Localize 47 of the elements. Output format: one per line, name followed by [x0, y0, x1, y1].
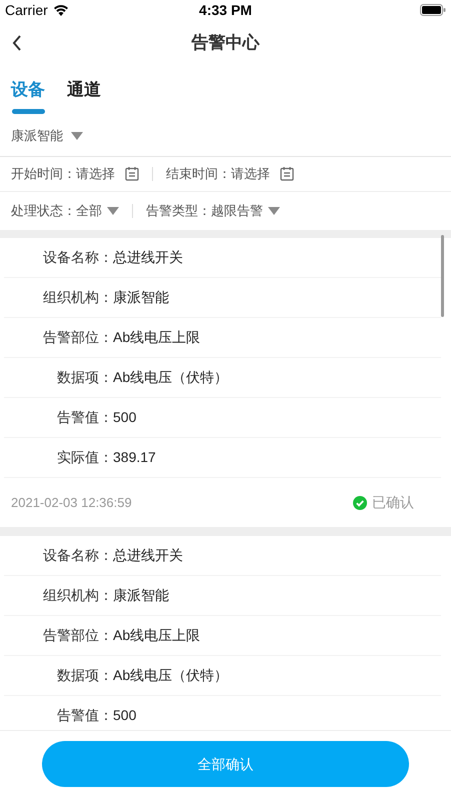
field-label: 组织机构： [42, 586, 113, 605]
field-value: 康派智能 [113, 288, 169, 307]
dropdown-triangle-icon [71, 132, 83, 140]
clock-text: 4:33 PM [199, 0, 252, 20]
filter-dropdown[interactable]: 越限告警 [211, 201, 280, 221]
field-label: 数据项： [56, 368, 113, 387]
calendar-icon[interactable] [125, 167, 139, 181]
filter-dropdown[interactable]: 全部 [76, 201, 119, 221]
field-label: 告警部位： [42, 626, 113, 645]
field-label: 设备名称： [42, 248, 113, 267]
filter-label: 告警类型： [146, 202, 211, 220]
field-label: 告警值： [56, 408, 113, 427]
wifi-icon [52, 4, 69, 16]
filter-label: 开始时间： [11, 165, 76, 184]
field-value: 389.17 [113, 448, 156, 467]
field-label: 告警部位： [42, 328, 113, 347]
organization-dropdown[interactable]: 康派智能 [0, 126, 94, 146]
field-value: Ab线电压上限 [113, 328, 200, 347]
calendar-icon[interactable] [280, 167, 294, 181]
field-label: 实际值： [56, 448, 113, 467]
date-picker-value[interactable]: 请选择 [231, 164, 270, 184]
field-value: 总进线开关 [113, 546, 183, 565]
status-text: 已确认 [372, 493, 414, 512]
scrollbar-thumb[interactable] [441, 235, 444, 317]
battery-icon [420, 4, 446, 16]
date-picker-value[interactable]: 请选择 [76, 164, 115, 184]
field-value: 500 [113, 408, 136, 427]
field-label: 组织机构： [42, 288, 113, 307]
field-value: Ab线电压（伏特） [113, 368, 228, 387]
dropdown-triangle-icon [268, 207, 280, 215]
field-label: 告警值： [56, 706, 113, 725]
tab[interactable]: 设备 [11, 77, 45, 114]
field-label: 设备名称： [42, 546, 113, 565]
field-value: 500 [113, 706, 136, 725]
page-title: 告警中心 [192, 32, 260, 54]
field-value: 总进线开关 [113, 248, 183, 267]
filter-label: 处理状态： [11, 202, 76, 220]
field-value: Ab线电压（伏特） [113, 666, 228, 685]
dropdown-triangle-icon [107, 207, 119, 215]
filter-label: 结束时间： [166, 165, 231, 184]
alarm-timestamp: 2021-02-03 12:36:59 [11, 494, 132, 512]
field-value: Ab线电压上限 [113, 626, 200, 645]
field-label: 数据项： [56, 666, 113, 685]
carrier-text: Carrier [5, 0, 48, 20]
tab[interactable]: 通道 [67, 77, 101, 114]
field-value: 康派智能 [113, 586, 169, 605]
back-chevron-icon [12, 34, 22, 50]
